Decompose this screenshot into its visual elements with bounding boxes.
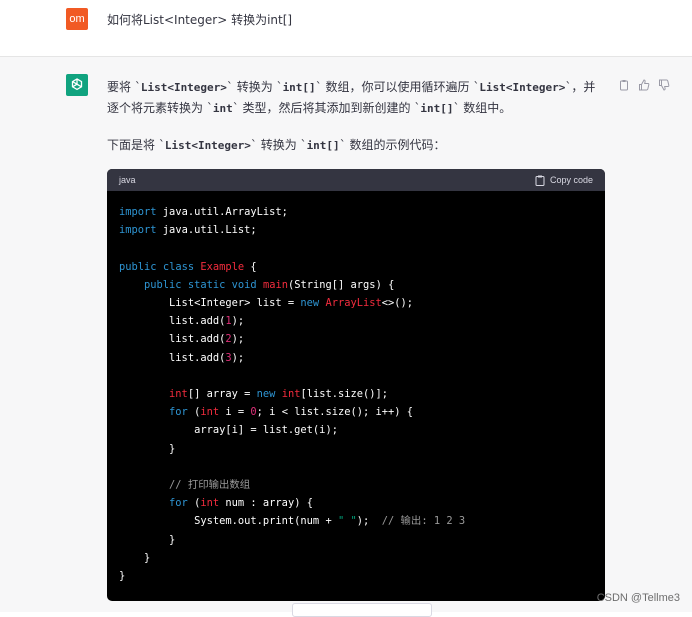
- code-line: }: [119, 551, 151, 564]
- code-line: // 打印输出数组: [169, 479, 251, 492]
- code-line: int[] array = new int[list.size()];: [169, 388, 389, 401]
- user-question: 如何将List<Integer> 转换为int[]: [107, 13, 293, 27]
- code-line: list.add(3);: [119, 351, 245, 364]
- code-line: public static void main(String[] args) {: [144, 278, 395, 291]
- code-block: java Copy code import java.util.ArrayLis…: [107, 169, 605, 601]
- answer-paragraph-1: 要将 `List<Integer>` 转换为 `int[]` 数组，你可以使用循…: [107, 80, 596, 115]
- assistant-message-row: 要将 `List<Integer>` 转换为 `int[]` 数组，你可以使用循…: [0, 57, 692, 612]
- clipboard-icon: [535, 175, 545, 186]
- code-line: import java.util.ArrayList;: [119, 206, 288, 218]
- openai-logo-icon: [71, 78, 83, 91]
- clipboard-icon[interactable]: [618, 76, 630, 91]
- code-line: System.out.print(num + " "); // 输出: 1 2 …: [119, 515, 466, 528]
- thumbs-up-icon[interactable]: [638, 76, 650, 91]
- code-line: for (int num : array) {: [169, 497, 313, 510]
- code-line: list.add(2);: [119, 333, 245, 346]
- code-line: public class Example {: [119, 260, 257, 273]
- copy-code-button[interactable]: Copy code: [535, 169, 593, 191]
- answer-paragraph-2: 下面是将 `List<Integer>` 转换为 `int[]` 数组的示例代码…: [107, 138, 446, 152]
- code-line: List<Integer> list = new ArrayList<>();: [119, 297, 414, 310]
- code-line: }: [119, 442, 176, 455]
- code-line: }: [119, 533, 176, 546]
- user-message-row: om 如何将List<Integer> 转换为int[]: [0, 0, 692, 57]
- code-content: import java.util.ArrayList; import java.…: [107, 191, 605, 597]
- thumbs-down-icon[interactable]: [658, 76, 670, 91]
- code-line: for (int i = 0; i < list.size(); i++) {: [169, 406, 414, 419]
- assistant-message: 要将 `List<Integer>` 转换为 `int[]` 数组，你可以使用循…: [107, 77, 607, 156]
- code-line: list.add(1);: [119, 315, 245, 328]
- code-line: array[i] = list.get(i);: [119, 424, 338, 437]
- watermark: CSDN @Tellme3: [596, 592, 680, 604]
- assistant-avatar: [66, 74, 88, 96]
- code-header: java Copy code: [107, 169, 605, 191]
- regenerate-button-edge[interactable]: [292, 603, 432, 617]
- code-line: }: [119, 570, 126, 583]
- user-avatar: om: [66, 8, 88, 30]
- code-language: java: [119, 175, 136, 185]
- copy-code-label: Copy code: [549, 175, 593, 185]
- message-actions: [618, 76, 670, 91]
- code-line: import java.util.List;: [119, 224, 257, 237]
